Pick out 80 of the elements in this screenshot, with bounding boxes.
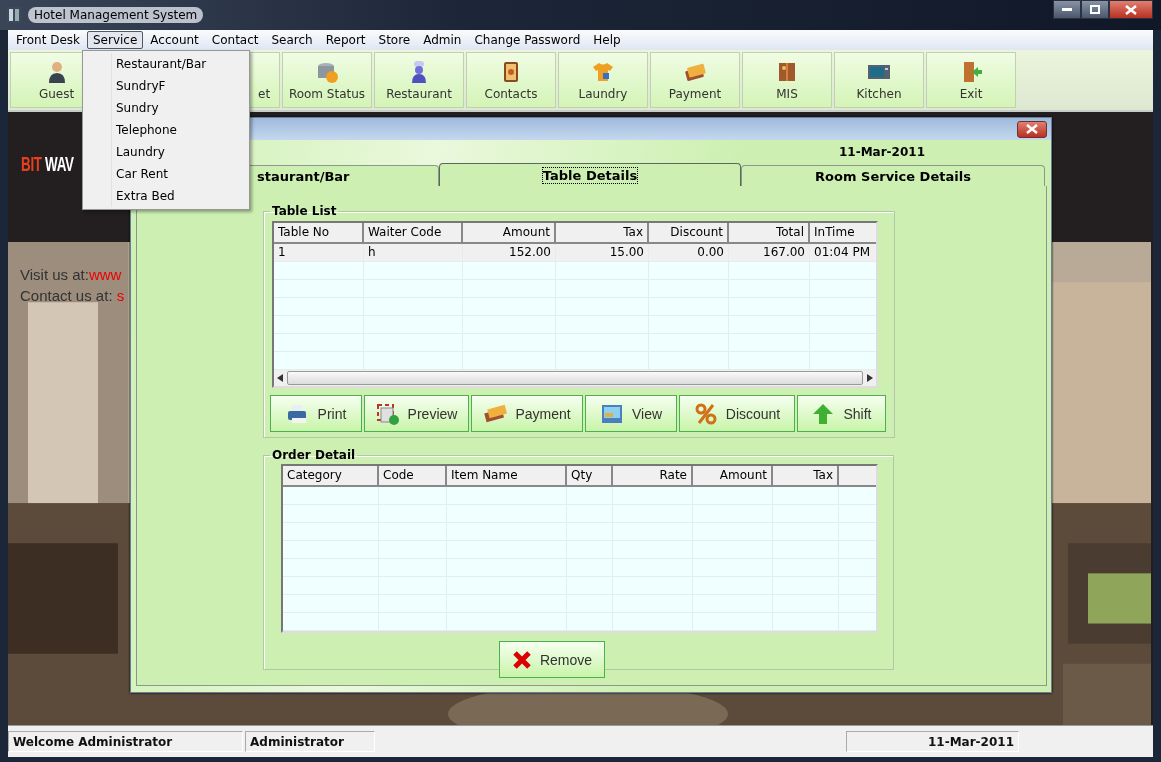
action-button[interactable]: Shift xyxy=(797,395,886,432)
menu-item[interactable]: Store xyxy=(372,31,417,49)
table-row[interactable]: 1 h 152.00 15.00 0.00 167.00 01:04 PM xyxy=(274,244,876,262)
menu-item[interactable]: Help xyxy=(587,31,627,49)
toolbar-button[interactable]: Laundry xyxy=(558,52,648,108)
minimize-button[interactable] xyxy=(1053,0,1081,19)
column-header[interactable]: Waiter Code xyxy=(364,223,463,242)
scroll-left-icon[interactable] xyxy=(277,374,283,382)
date-label: 11-Mar-2011 xyxy=(839,145,925,159)
minimize-icon xyxy=(1062,7,1072,12)
toolbar-button[interactable]: Kitchen xyxy=(834,52,924,108)
toolbar-button[interactable]: Exit xyxy=(926,52,1016,108)
table-cell: h xyxy=(364,244,463,261)
group-title: Table List xyxy=(271,204,338,218)
percent-icon xyxy=(693,402,718,425)
table-cell: 167.00 xyxy=(729,244,810,261)
toolbar-button[interactable]: Contacts xyxy=(466,52,556,108)
column-header[interactable]: Amount xyxy=(693,466,773,485)
close-icon xyxy=(1026,124,1038,134)
action-button[interactable]: Payment xyxy=(471,395,583,432)
contact-line: Visit us at:www xyxy=(20,265,123,285)
contact-line: Contact us at: s xyxy=(20,286,125,306)
cross-icon xyxy=(511,649,532,670)
column-header[interactable]: Category xyxy=(283,466,379,485)
toolbar-button[interactable]: Room Status xyxy=(282,52,372,108)
column-header[interactable]: Discount xyxy=(649,223,729,242)
preview-icon xyxy=(375,402,400,425)
column-header[interactable]: Tax xyxy=(556,223,649,242)
table-cell: 15.00 xyxy=(556,244,649,261)
maximize-button[interactable] xyxy=(1081,0,1109,19)
table-cell: 01:04 PM xyxy=(810,244,876,261)
menu-item[interactable]: Report xyxy=(319,31,372,49)
scroll-right-icon[interactable] xyxy=(867,374,873,382)
toolbar-button[interactable]: MIS xyxy=(742,52,832,108)
table-cell: 1 xyxy=(274,244,364,261)
tab[interactable]: Table Details xyxy=(439,163,741,186)
group-title: Order Detail xyxy=(271,448,357,462)
toolbar-button[interactable]: Payment xyxy=(650,52,740,108)
close-button[interactable] xyxy=(1109,0,1153,19)
column-header[interactable]: Amount xyxy=(463,223,556,242)
column-header[interactable]: InTime xyxy=(810,223,876,242)
menu-item[interactable]: Account xyxy=(144,31,205,49)
company-logo: BIT WAV xyxy=(21,152,74,176)
column-header[interactable]: Tax xyxy=(773,466,839,485)
menu-item[interactable]: Extra Bed xyxy=(83,185,249,207)
menu-item[interactable]: Laundry xyxy=(83,141,249,163)
close-icon xyxy=(1125,4,1137,15)
status-date: 11-Mar-2011 xyxy=(846,731,1019,752)
tab[interactable]: Room Service Details xyxy=(741,165,1045,186)
menu-item[interactable]: Service xyxy=(87,31,144,49)
column-header[interactable]: Rate xyxy=(613,466,693,485)
action-button[interactable]: Print xyxy=(270,395,362,432)
column-header[interactable]: Table No xyxy=(274,223,364,242)
picture-frame-icon xyxy=(599,402,624,425)
menu-item[interactable]: Search xyxy=(265,31,319,49)
maximize-icon xyxy=(1090,5,1100,14)
action-button[interactable]: Preview xyxy=(364,395,469,432)
action-button[interactable]: Discount xyxy=(679,395,795,432)
horizontal-scrollbar[interactable] xyxy=(274,370,876,386)
menu-item[interactable]: Front Desk xyxy=(10,31,86,49)
menu-item[interactable]: Contact xyxy=(205,31,265,49)
app-icon xyxy=(6,6,22,24)
credit-card-icon xyxy=(483,402,508,425)
window-title: Hotel Management System xyxy=(28,7,204,23)
column-header[interactable]: Total xyxy=(729,223,810,242)
close-button[interactable] xyxy=(1017,120,1047,138)
column-header[interactable]: Code xyxy=(379,466,447,485)
table-cell: 152.00 xyxy=(463,244,556,261)
menu-item[interactable]: Admin xyxy=(417,31,468,49)
toolbar-button[interactable]: Restaurant xyxy=(374,52,464,108)
status-text: Administrator xyxy=(245,731,375,752)
column-header[interactable]: Qty xyxy=(567,466,613,485)
status-text: Welcome Administrator xyxy=(8,731,243,752)
up-arrow-icon xyxy=(811,402,836,425)
remove-button[interactable]: Remove xyxy=(499,641,605,678)
column-header[interactable]: Item Name xyxy=(447,466,567,485)
menu-item[interactable]: Change Password xyxy=(468,31,587,49)
menu-item[interactable]: Telephone xyxy=(83,119,249,141)
table-cell: 0.00 xyxy=(649,244,729,261)
action-button[interactable]: View xyxy=(585,395,677,432)
